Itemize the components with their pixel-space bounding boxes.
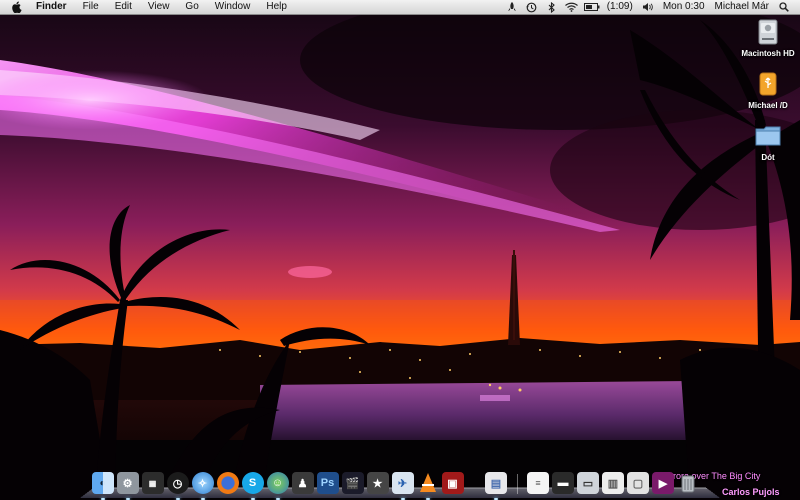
system-preferences-icon[interactable]: ⚙ (116, 472, 139, 500)
skype-icon[interactable]: S (241, 472, 264, 500)
menu-bar: Finder File Edit View Go Window Help (1:… (0, 0, 800, 15)
downloads-icon[interactable]: ▬ (552, 472, 574, 494)
hard-drive-icon (754, 18, 782, 46)
volume-icon[interactable] (640, 0, 656, 14)
menu-app-name[interactable]: Finder (28, 0, 75, 14)
photo-booth-icon[interactable]: ▣ (441, 472, 464, 494)
apple-menu-icon[interactable] (6, 0, 28, 14)
documents-icon[interactable]: ▥ (602, 472, 624, 494)
wallpaper-credit-author: Carlos Pujols (722, 487, 780, 497)
clock-text[interactable]: Mon 0:30 (658, 0, 710, 14)
spotlight-icon[interactable] (776, 0, 792, 14)
messenger-icon[interactable]: ☺ (266, 472, 289, 500)
mail-icon[interactable]: ✈ (391, 472, 414, 500)
vlc-icon[interactable] (417, 472, 439, 500)
desktop-icon-label: Macintosh HD (741, 49, 795, 58)
desktop-wallpaper (0, 0, 800, 500)
desktop-icon-label: Dót (761, 153, 775, 162)
desktop-icon-label: Michael /D (748, 101, 788, 110)
final-cut-icon[interactable]: 🎬 (341, 472, 364, 494)
desktop-icon-usb-drive[interactable]: Michael /D (738, 70, 798, 111)
time-machine-icon[interactable] (524, 0, 540, 14)
rocket-icon[interactable] (504, 0, 520, 14)
desktop-icon-macintosh-hd[interactable]: Macintosh HD (738, 18, 798, 59)
desktop-icon-folder[interactable]: Dót (738, 122, 798, 163)
menu-help[interactable]: Help (258, 0, 295, 14)
finder-icon[interactable]: ◐ (91, 472, 114, 500)
menu-go[interactable]: Go (177, 0, 206, 14)
user-name-text[interactable]: Michael Már (710, 0, 774, 14)
battery-icon[interactable] (583, 0, 600, 14)
safari-icon[interactable]: ✧ (191, 472, 214, 500)
menu-edit[interactable]: Edit (107, 0, 140, 14)
app-icon[interactable]: ♟ (291, 472, 314, 494)
menu-window[interactable]: Window (207, 0, 259, 14)
calculator-icon[interactable]: ▦ (141, 472, 164, 494)
menu-file[interactable]: File (75, 0, 107, 14)
wifi-icon[interactable] (564, 0, 580, 14)
textedit-icon[interactable]: ≡ (527, 472, 549, 494)
preview-icon[interactable]: ▤ (485, 472, 507, 500)
screenshot-icon[interactable]: ▢ (627, 472, 649, 494)
dock-separator (516, 474, 518, 494)
folder-icon (754, 122, 782, 150)
applications-icon[interactable]: ▭ (577, 472, 599, 494)
imovie-icon[interactable]: ★ (366, 472, 389, 494)
usb-drive-icon (754, 70, 782, 98)
menu-view[interactable]: View (140, 0, 178, 14)
battery-time-text[interactable]: (1:09) (602, 0, 638, 14)
clock-icon[interactable]: ◷ (166, 472, 189, 500)
firefox-icon[interactable] (216, 472, 239, 494)
movies-icon[interactable]: ▶ (652, 472, 674, 494)
dock: ◐ ⚙ ▦ ◷ ✧ S ☺ ♟ Ps 🎬 ★ ✈ ▣ ▤ ≡ ▬ ▭ ▥ ▢ ▶ (90, 466, 701, 500)
photoshop-icon[interactable]: Ps (316, 472, 339, 494)
trash-icon[interactable] (677, 472, 699, 494)
bluetooth-icon[interactable] (544, 0, 560, 14)
